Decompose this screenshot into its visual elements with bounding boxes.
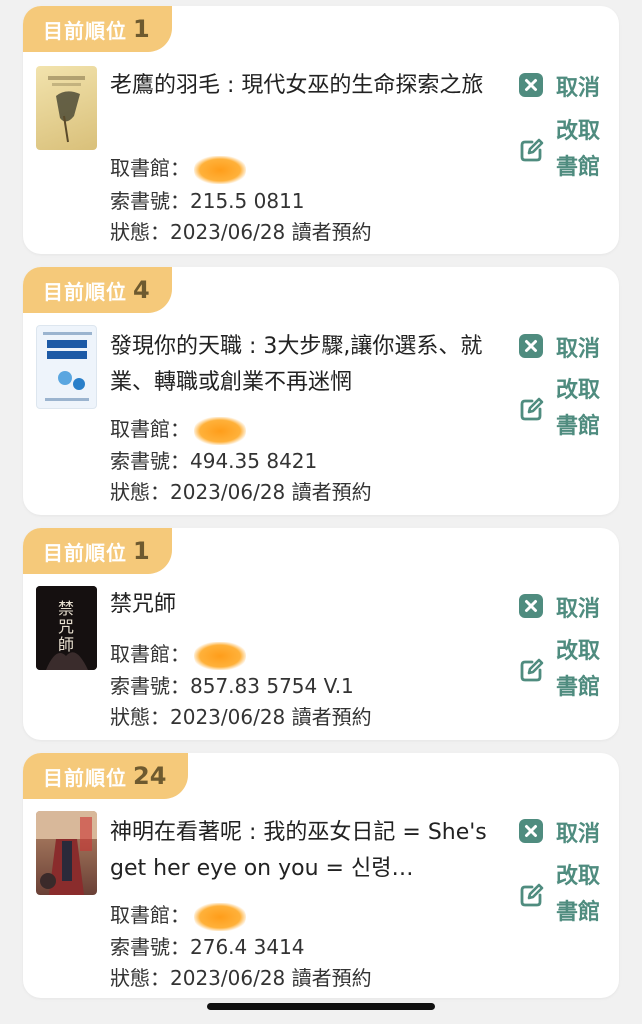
- pickup-branch: 取書館：: [110, 413, 246, 445]
- status-label: 狀態：: [110, 220, 170, 244]
- branch-label: 取書館：: [110, 642, 190, 666]
- change-branch-label: 改取書館: [556, 119, 601, 180]
- status: 狀態：2023/06/28 讀者預約: [110, 701, 372, 730]
- call-number-label: 索書號：: [110, 674, 190, 698]
- svg-text:師: 師: [58, 635, 74, 654]
- book-cover[interactable]: 禁 咒 師: [36, 586, 97, 670]
- queue-number: 1: [133, 537, 150, 565]
- call-number-label: 索書號：: [110, 189, 190, 213]
- change-branch-label: 改取書館: [556, 639, 601, 700]
- call-number-label: 索書號：: [110, 935, 190, 959]
- reservation-card: 目前順位 4 發現你的天職 : 3大步驟,讓你選系、就業、轉職或創業不再迷惘 取…: [23, 267, 619, 515]
- close-box-icon: [519, 594, 543, 618]
- queue-badge: 目前順位 24: [23, 753, 189, 799]
- branch-redaction: [194, 902, 246, 931]
- reservation-card: 目前順位 24 神明在看著呢 : 我的巫女日記 = She's get her …: [23, 753, 619, 998]
- book-title[interactable]: 老鷹的羽毛 : 現代女巫的生命探索之旅: [110, 68, 495, 140]
- cancel-label: 取消: [556, 822, 601, 847]
- queue-label: 目前順位: [43, 279, 127, 304]
- branch-redaction: [194, 641, 246, 670]
- change-branch-label: 改取書館: [556, 864, 601, 925]
- call-number: 索書號：494.35 8421: [110, 445, 317, 474]
- edit-icon: [520, 138, 544, 162]
- call-number-label: 索書號：: [110, 449, 190, 473]
- status: 狀態：2023/06/28 讀者預約: [110, 476, 372, 505]
- pickup-branch: 取書館：: [110, 899, 246, 931]
- cancel-button[interactable]: 取消: [518, 816, 600, 848]
- cancel-label: 取消: [556, 76, 601, 101]
- status-label: 狀態：: [110, 705, 170, 729]
- book-title[interactable]: 禁咒師: [110, 587, 495, 623]
- change-branch-button[interactable]: 改取書館: [518, 634, 608, 706]
- status-value: 2023/06/28 讀者預約: [170, 705, 372, 729]
- edit-icon: [520, 658, 544, 682]
- close-box-icon: [519, 334, 543, 358]
- status-label: 狀態：: [110, 480, 170, 504]
- queue-label: 目前順位: [43, 18, 127, 43]
- branch-label: 取書館：: [110, 417, 190, 441]
- pickup-branch: 取書館：: [110, 638, 246, 670]
- book-cover[interactable]: [36, 325, 97, 409]
- cancel-button[interactable]: 取消: [518, 591, 600, 623]
- status-value: 2023/06/28 讀者預約: [170, 220, 372, 244]
- home-indicator[interactable]: [207, 1003, 435, 1010]
- status: 狀態：2023/06/28 讀者預約: [110, 216, 372, 245]
- close-box-icon: [519, 73, 543, 97]
- reservation-card: 目前順位 1 老鷹的羽毛 : 現代女巫的生命探索之旅 取書館： 索書號：215.…: [23, 6, 619, 254]
- close-box-icon: [519, 819, 543, 843]
- book-title[interactable]: 神明在看著呢 : 我的巫女日記 = She's get her eye on y…: [110, 815, 495, 887]
- call-number: 索書號：276.4 3414: [110, 931, 305, 960]
- queue-label: 目前順位: [43, 765, 127, 790]
- pickup-branch: 取書館：: [110, 152, 246, 184]
- status-value: 2023/06/28 讀者預約: [170, 966, 372, 990]
- call-number-value: 276.4 3414: [190, 935, 305, 959]
- call-number-value: 215.5 0811: [190, 189, 305, 213]
- queue-label: 目前順位: [43, 540, 127, 565]
- edit-icon: [520, 397, 544, 421]
- change-branch-button[interactable]: 改取書館: [518, 114, 608, 186]
- change-branch-button[interactable]: 改取書館: [518, 373, 608, 445]
- call-number: 索書號：215.5 0811: [110, 185, 305, 214]
- cancel-button[interactable]: 取消: [518, 70, 600, 102]
- queue-badge: 目前順位 4: [23, 267, 172, 313]
- svg-text:禁: 禁: [58, 599, 74, 618]
- status-value: 2023/06/28 讀者預約: [170, 480, 372, 504]
- queue-badge: 目前順位 1: [23, 528, 172, 574]
- branch-redaction: [194, 155, 246, 184]
- reservation-card: 目前順位 1 禁 咒 師 禁咒師 取書館： 索書號：857.83 5754 V.…: [23, 528, 619, 740]
- book-cover[interactable]: [36, 66, 97, 150]
- edit-icon: [520, 883, 544, 907]
- book-title[interactable]: 發現你的天職 : 3大步驟,讓你選系、就業、轉職或創業不再迷惘: [110, 329, 495, 401]
- queue-badge: 目前順位 1: [23, 6, 172, 52]
- call-number-value: 857.83 5754 V.1: [190, 674, 354, 698]
- queue-number: 24: [133, 762, 167, 790]
- queue-number: 1: [133, 15, 150, 43]
- change-branch-label: 改取書館: [556, 378, 601, 439]
- cancel-button[interactable]: 取消: [518, 331, 600, 363]
- cancel-label: 取消: [556, 337, 601, 362]
- queue-number: 4: [133, 276, 150, 304]
- change-branch-button[interactable]: 改取書館: [518, 859, 608, 931]
- branch-label: 取書館：: [110, 156, 190, 180]
- branch-redaction: [194, 416, 246, 445]
- cancel-label: 取消: [556, 597, 601, 622]
- book-cover[interactable]: [36, 811, 97, 895]
- call-number-value: 494.35 8421: [190, 449, 318, 473]
- status-label: 狀態：: [110, 966, 170, 990]
- svg-text:咒: 咒: [58, 617, 74, 636]
- status: 狀態：2023/06/28 讀者預約: [110, 962, 372, 991]
- call-number: 索書號：857.83 5754 V.1: [110, 670, 354, 699]
- branch-label: 取書館：: [110, 903, 190, 927]
